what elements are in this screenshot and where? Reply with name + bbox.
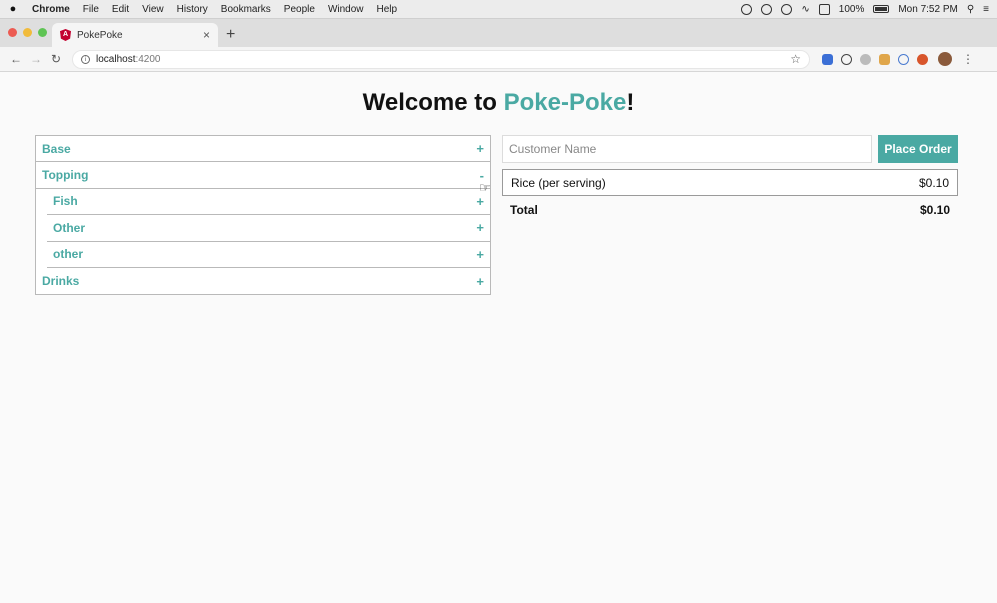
subcategory-label: other bbox=[53, 247, 83, 262]
subcategory-other[interactable]: Other + bbox=[47, 215, 490, 242]
apple-icon[interactable]: ● bbox=[8, 3, 18, 15]
menu-app-name[interactable]: Chrome bbox=[32, 4, 70, 15]
close-window-button[interactable] bbox=[8, 28, 17, 37]
extension-icon[interactable] bbox=[822, 53, 833, 65]
zoom-window-button[interactable] bbox=[38, 28, 47, 37]
category-base[interactable]: Base + bbox=[36, 136, 490, 163]
subcategory-fish[interactable]: Fish + bbox=[47, 189, 490, 216]
list-icon[interactable]: ≡ bbox=[983, 4, 989, 15]
expand-icon[interactable]: + bbox=[476, 247, 484, 262]
order-total-row: Total $0.10 bbox=[502, 203, 958, 217]
item-price: $0.10 bbox=[918, 175, 949, 190]
menu-file[interactable]: File bbox=[83, 4, 99, 15]
record-icon[interactable] bbox=[741, 3, 753, 15]
total-label: Total bbox=[510, 203, 538, 217]
expand-icon[interactable]: + bbox=[476, 274, 484, 289]
extension-icon[interactable] bbox=[917, 53, 928, 65]
menu-accordion: Base + Topping - Fish + Other + other + … bbox=[35, 135, 491, 296]
extension-icon[interactable] bbox=[841, 53, 852, 65]
subcategory-label: Fish bbox=[53, 194, 78, 209]
category-label: Topping bbox=[42, 168, 89, 183]
order-line-item[interactable]: Rice (per serving) $0.10 bbox=[502, 169, 958, 196]
extension-icon[interactable] bbox=[860, 53, 871, 65]
customer-name-input[interactable] bbox=[502, 135, 872, 163]
menu-history[interactable]: History bbox=[177, 4, 208, 15]
order-panel: Place Order Rice (per serving) $0.10 Tot… bbox=[502, 135, 958, 217]
bookmark-star-icon[interactable]: ☆ bbox=[790, 52, 801, 66]
wifi-icon[interactable]: ∿ bbox=[801, 4, 809, 15]
sync-icon[interactable] bbox=[761, 3, 773, 15]
menu-people[interactable]: People bbox=[284, 4, 315, 15]
expand-icon[interactable]: + bbox=[476, 220, 484, 235]
extensions-area bbox=[822, 53, 928, 65]
title-prefix: Welcome to bbox=[362, 89, 504, 116]
minimize-window-button[interactable] bbox=[23, 28, 32, 37]
window-controls bbox=[8, 28, 47, 37]
clock[interactable]: Mon 7:52 PM bbox=[898, 4, 957, 15]
topping-subcategories: Fish + Other + other + bbox=[36, 189, 490, 268]
menu-view[interactable]: View bbox=[142, 4, 164, 15]
battery-percent: 100% bbox=[838, 3, 865, 15]
category-topping[interactable]: Topping - bbox=[36, 162, 490, 189]
menu-edit[interactable]: Edit bbox=[112, 4, 129, 15]
page-title: Welcome to Poke-Poke! bbox=[0, 89, 997, 117]
back-icon[interactable]: ← bbox=[6, 52, 26, 66]
reload-icon[interactable]: ↻ bbox=[46, 52, 66, 66]
item-name: Rice (per serving) bbox=[511, 175, 606, 190]
profile-avatar[interactable] bbox=[938, 52, 952, 66]
subcategory-label: Other bbox=[53, 220, 86, 235]
expand-icon[interactable]: + bbox=[476, 141, 484, 156]
title-suffix: ! bbox=[626, 89, 635, 116]
category-label: Drinks bbox=[42, 274, 80, 289]
subcategory-other-lowercase[interactable]: other + bbox=[47, 242, 490, 268]
url-host: localhost bbox=[96, 53, 136, 65]
search-icon[interactable]: ⚲ bbox=[967, 4, 974, 15]
forward-icon[interactable]: → bbox=[26, 52, 46, 66]
extension-icon[interactable] bbox=[879, 53, 890, 65]
airplay-icon[interactable] bbox=[818, 3, 830, 15]
category-drinks[interactable]: Drinks + bbox=[36, 268, 490, 294]
tab-title: PokePoke bbox=[77, 29, 123, 41]
extension-icon[interactable] bbox=[898, 53, 909, 65]
tab-strip: A PokePoke × + bbox=[0, 19, 997, 47]
battery-icon[interactable] bbox=[873, 5, 890, 13]
category-label: Base bbox=[42, 141, 71, 156]
order-form: Place Order bbox=[502, 135, 958, 163]
info-icon[interactable] bbox=[781, 3, 793, 15]
tab-close-icon[interactable]: × bbox=[203, 28, 210, 42]
new-tab-button[interactable]: + bbox=[226, 26, 235, 44]
tab-pokepoke[interactable]: A PokePoke × bbox=[52, 23, 218, 47]
total-value: $0.10 bbox=[919, 203, 950, 217]
menubar-status-area: ∿ 100% Mon 7:52 PM ⚲ ≡ bbox=[741, 3, 989, 15]
mouse-cursor-icon: ☞ bbox=[479, 180, 491, 195]
browser-toolbar: ← → ↻ i localhost :4200 ☆ ⋮ bbox=[0, 47, 997, 72]
menu-bookmarks[interactable]: Bookmarks bbox=[221, 4, 271, 15]
more-menu-icon[interactable]: ⋮ bbox=[962, 52, 974, 66]
title-brand: Poke-Poke bbox=[503, 89, 627, 116]
expand-icon[interactable]: + bbox=[476, 194, 484, 209]
site-info-icon[interactable]: i bbox=[81, 54, 90, 64]
menu-help[interactable]: Help bbox=[377, 4, 398, 15]
angular-favicon-icon: A bbox=[60, 29, 71, 41]
address-bar[interactable]: i localhost :4200 ☆ bbox=[72, 49, 810, 69]
os-menubar: ● Chrome File Edit View History Bookmark… bbox=[0, 0, 997, 19]
menu-window[interactable]: Window bbox=[328, 4, 364, 15]
place-order-button[interactable]: Place Order bbox=[878, 135, 958, 163]
page-content: Welcome to Poke-Poke! Base + Topping - F… bbox=[0, 73, 997, 603]
url-port: :4200 bbox=[135, 53, 161, 65]
